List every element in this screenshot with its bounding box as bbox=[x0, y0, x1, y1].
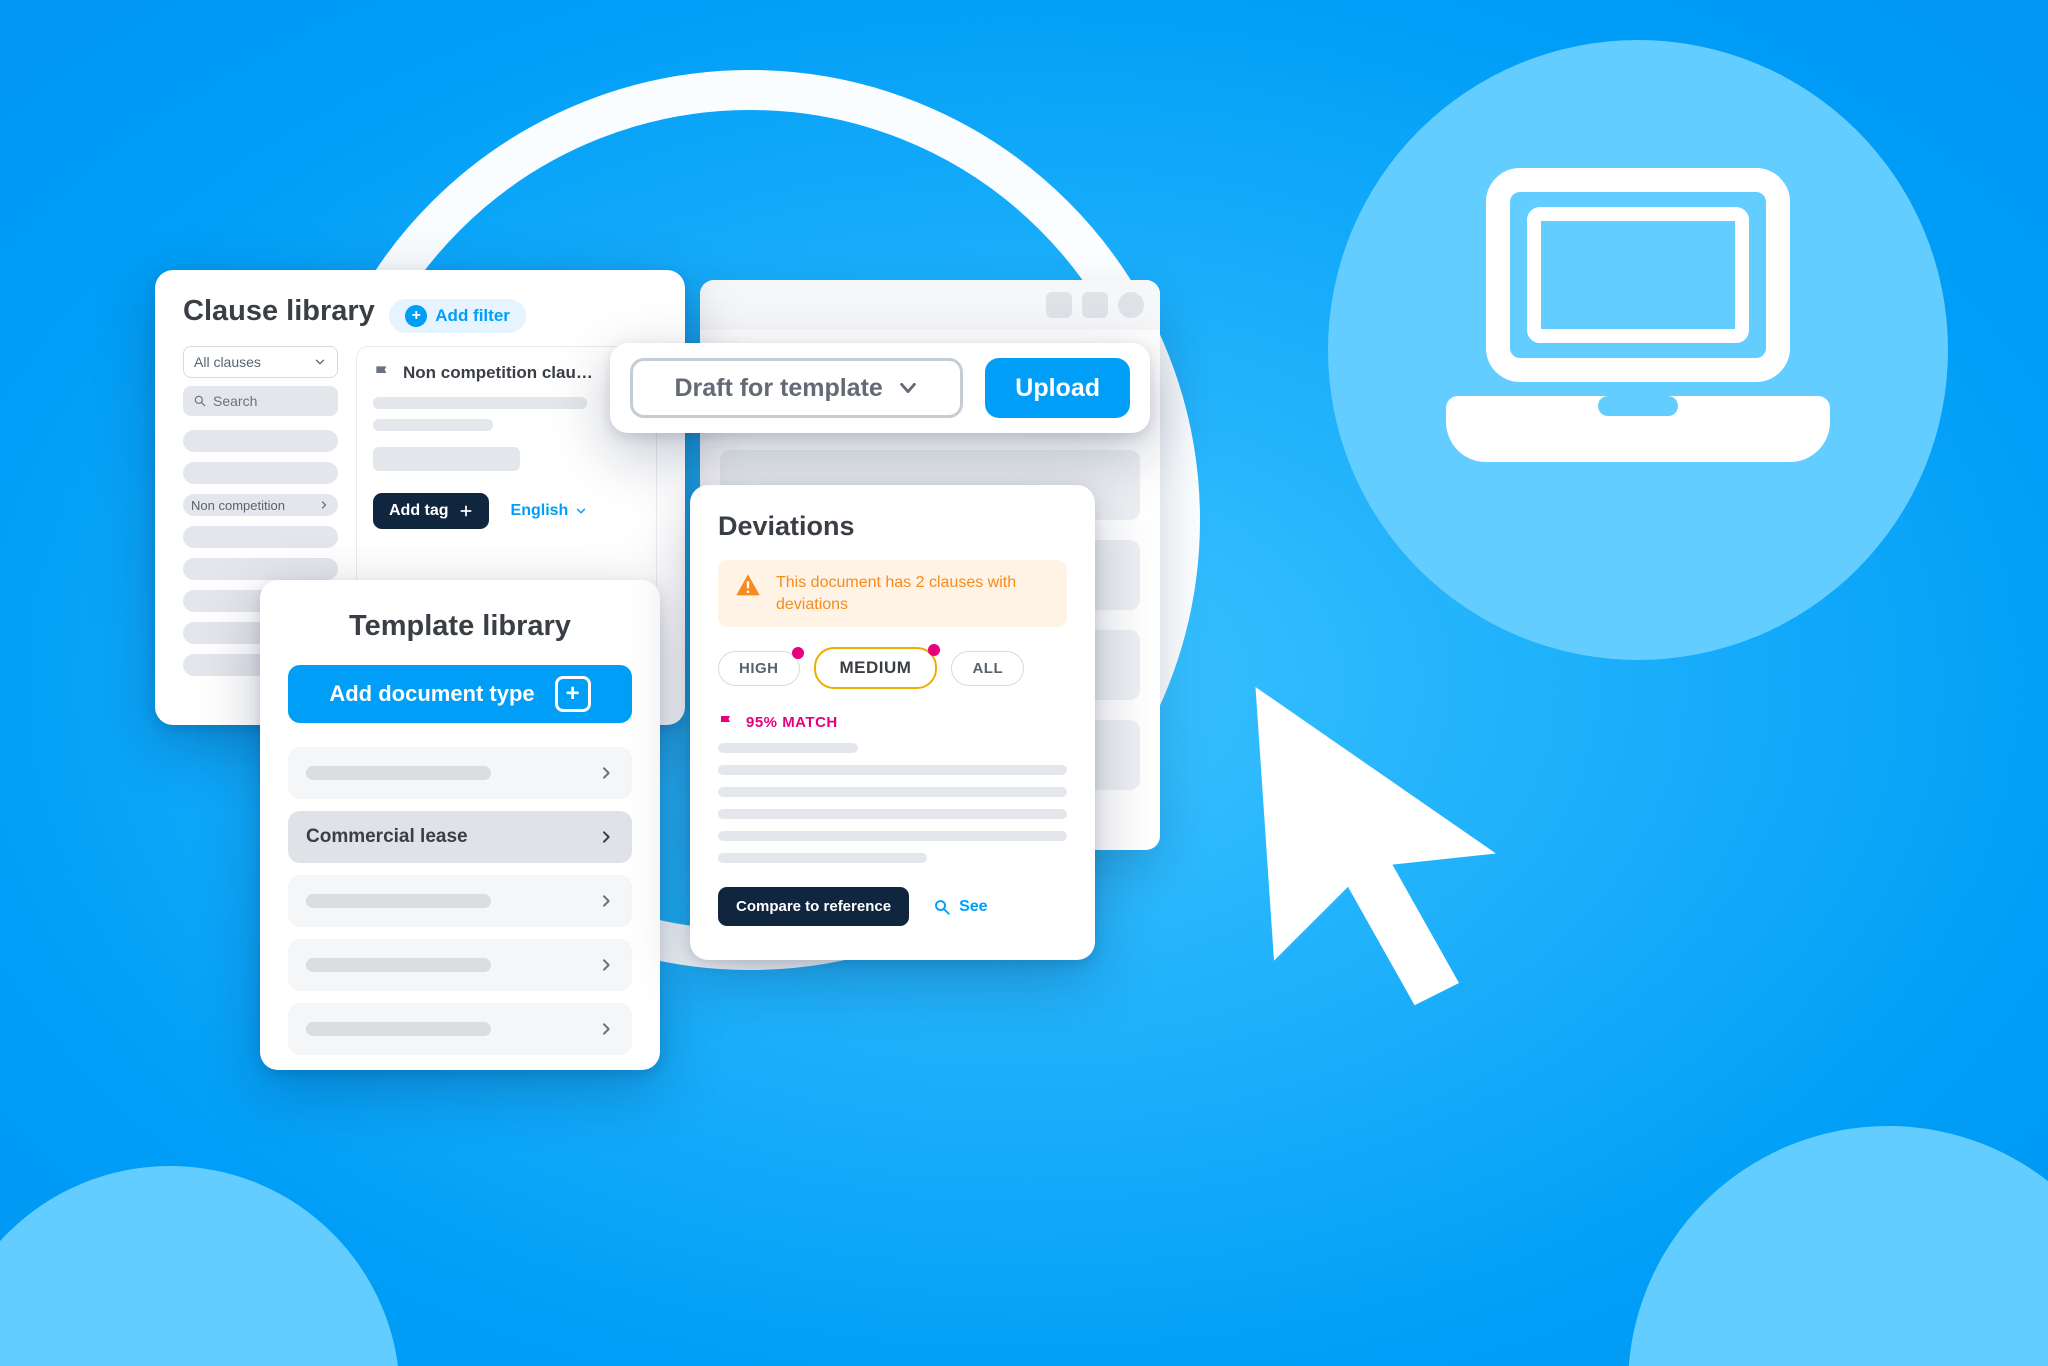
cursor-icon bbox=[1200, 650, 1570, 1025]
flag-icon bbox=[373, 363, 393, 383]
list-item-non-competition[interactable]: Non competition bbox=[183, 494, 338, 516]
search-input[interactable]: Search bbox=[183, 386, 338, 416]
list-item-label: Non competition bbox=[191, 498, 285, 513]
text-placeholder bbox=[718, 831, 1067, 841]
deviations-alert: This document has 2 clauses with deviati… bbox=[718, 560, 1067, 627]
notification-dot bbox=[792, 647, 804, 659]
compare-label: Compare to reference bbox=[736, 898, 891, 915]
chevron-right-icon bbox=[598, 1021, 614, 1037]
flag-icon bbox=[718, 713, 736, 731]
template-library-card: Template library Add document type + Com… bbox=[260, 580, 660, 1070]
plus-icon: + bbox=[555, 676, 591, 712]
template-row[interactable] bbox=[288, 1003, 632, 1055]
text-placeholder bbox=[718, 765, 1067, 775]
text-placeholder bbox=[718, 853, 927, 863]
text-placeholder bbox=[373, 419, 493, 431]
severity-all-button[interactable]: ALL bbox=[951, 651, 1024, 686]
chevron-down-icon bbox=[897, 377, 919, 399]
text-placeholder bbox=[718, 809, 1067, 819]
severity-all-label: ALL bbox=[972, 660, 1003, 677]
match-badge: 95% MATCH bbox=[718, 713, 1067, 731]
upload-button[interactable]: Upload bbox=[985, 358, 1130, 418]
text-placeholder bbox=[718, 787, 1067, 797]
topbar-icon bbox=[1046, 292, 1072, 318]
text-placeholder bbox=[373, 447, 520, 471]
language-label: English bbox=[511, 502, 569, 520]
chevron-right-icon bbox=[598, 893, 614, 909]
chevron-right-icon bbox=[598, 765, 614, 781]
match-label: 95% MATCH bbox=[746, 714, 838, 731]
clause-library-title: Clause library bbox=[183, 295, 375, 328]
add-document-type-button[interactable]: Add document type + bbox=[288, 665, 632, 723]
severity-high-label: HIGH bbox=[739, 660, 779, 677]
severity-high-button[interactable]: HIGH bbox=[718, 651, 800, 686]
draft-template-dropdown[interactable]: Draft for template bbox=[630, 358, 963, 418]
template-row-label: Commercial lease bbox=[306, 826, 468, 848]
text-placeholder bbox=[718, 743, 858, 753]
plus-icon: + bbox=[405, 305, 427, 327]
severity-medium-label: MEDIUM bbox=[840, 658, 912, 677]
clause-name: Non competition clau… bbox=[403, 363, 593, 383]
list-item[interactable] bbox=[183, 462, 338, 484]
text-placeholder bbox=[373, 397, 587, 409]
add-filter-button[interactable]: + Add filter bbox=[389, 299, 526, 333]
see-link[interactable]: See bbox=[933, 898, 987, 916]
bg-circle-bottom-left bbox=[0, 1166, 400, 1366]
add-document-label: Add document type bbox=[329, 681, 534, 707]
add-filter-label: Add filter bbox=[435, 306, 510, 326]
template-row[interactable] bbox=[288, 747, 632, 799]
text-placeholder bbox=[306, 1022, 491, 1036]
template-library-title: Template library bbox=[288, 610, 632, 643]
list-item[interactable] bbox=[183, 430, 338, 452]
add-tag-button[interactable]: Add tag bbox=[373, 493, 489, 529]
chevron-down-icon bbox=[313, 355, 327, 369]
chevron-down-icon bbox=[574, 504, 588, 518]
compare-button[interactable]: Compare to reference bbox=[718, 887, 909, 926]
see-label: See bbox=[959, 898, 987, 916]
list-item[interactable] bbox=[183, 558, 338, 580]
severity-medium-button[interactable]: MEDIUM bbox=[814, 647, 938, 689]
text-placeholder bbox=[306, 958, 491, 972]
template-row[interactable] bbox=[288, 875, 632, 927]
search-placeholder: Search bbox=[213, 393, 257, 409]
chevron-right-icon bbox=[318, 499, 330, 511]
search-icon bbox=[933, 898, 951, 916]
topbar-icon bbox=[1082, 292, 1108, 318]
upload-bar: Draft for template Upload bbox=[610, 343, 1150, 433]
draft-template-label: Draft for template bbox=[674, 374, 882, 403]
notification-dot bbox=[928, 644, 940, 656]
search-icon bbox=[193, 394, 207, 408]
warning-icon bbox=[734, 572, 762, 600]
plus-icon bbox=[459, 504, 473, 518]
window-topbar bbox=[700, 280, 1160, 330]
upload-label: Upload bbox=[1015, 374, 1100, 403]
topbar-avatar bbox=[1118, 292, 1144, 318]
language-link[interactable]: English bbox=[511, 502, 589, 520]
text-placeholder bbox=[306, 894, 491, 908]
text-placeholder bbox=[306, 766, 491, 780]
bg-circle-bottom-right bbox=[1628, 1126, 2048, 1366]
clause-filter-dropdown[interactable]: All clauses bbox=[183, 346, 338, 378]
deviations-alert-text: This document has 2 clauses with deviati… bbox=[776, 572, 1051, 615]
chevron-right-icon bbox=[598, 957, 614, 973]
add-tag-label: Add tag bbox=[389, 502, 449, 520]
deviations-card: Deviations This document has 2 clauses w… bbox=[690, 485, 1095, 960]
template-row-commercial-lease[interactable]: Commercial lease bbox=[288, 811, 632, 863]
laptop-icon bbox=[1428, 160, 1848, 480]
list-item[interactable] bbox=[183, 526, 338, 548]
template-row[interactable] bbox=[288, 939, 632, 991]
chevron-right-icon bbox=[598, 829, 614, 845]
deviations-title: Deviations bbox=[718, 511, 1067, 542]
clause-filter-value: All clauses bbox=[194, 354, 261, 370]
